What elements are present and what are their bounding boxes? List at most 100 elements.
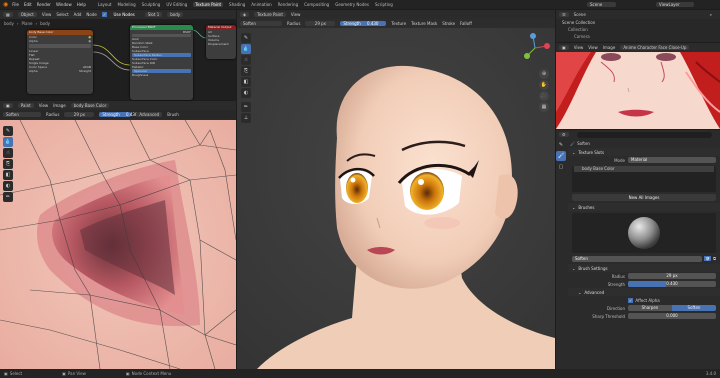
tree-camera[interactable]: Camera (562, 33, 720, 40)
navigation-gizmo[interactable] (519, 32, 551, 64)
advanced-section[interactable]: ⌄ Advanced (568, 288, 720, 296)
annotate-tool-icon[interactable]: ✏ (241, 102, 251, 112)
editor-type-icon[interactable]: ▣ (559, 45, 569, 50)
brush-menu[interactable]: Brush (167, 112, 179, 117)
direction-sharpen-button[interactable]: Sharpen (628, 305, 672, 311)
draw-tool-icon[interactable]: ✎ (241, 33, 251, 43)
tab-geometry-nodes[interactable]: Geometry Nodes (335, 2, 369, 7)
menu-help[interactable]: Help (77, 2, 86, 7)
node-editor[interactable]: ▦ Object View Select Add Node ✓ Use Node… (0, 10, 236, 100)
brush-tab-icon[interactable]: 🖌 (556, 151, 566, 161)
radius-field[interactable]: 29 px (305, 21, 336, 26)
principled-bsdf-node[interactable]: Principled BSDF BSDF GGX Random Walk Bas… (130, 25, 193, 100)
editor-type-icon[interactable]: ⚙ (559, 132, 569, 137)
smear-tool-icon[interactable]: ☝ (241, 55, 251, 65)
editor-type-icon[interactable]: ▣ (3, 103, 13, 108)
menu-render[interactable]: Render (37, 2, 51, 7)
image-selector[interactable]: body Base Color (70, 103, 110, 108)
new-all-images-button[interactable]: New All Images (572, 194, 716, 201)
radius-field[interactable]: 29 px (64, 112, 95, 117)
soften-tool-icon[interactable]: 💧 (241, 44, 251, 54)
texture-canvas[interactable] (0, 120, 236, 369)
outliner[interactable]: ☰ Scene ⌕ Scene Collection Collection Ca… (556, 10, 720, 42)
brush-selector[interactable]: Soften (240, 21, 282, 26)
material-output-node[interactable]: Material Output All Surface Volume Displ… (206, 25, 236, 59)
search-icon[interactable]: ⌕ (710, 12, 712, 17)
image-field[interactable] (29, 44, 91, 48)
texture-slot-list[interactable]: body Base Color (572, 166, 716, 192)
editor-type-icon[interactable]: ◈ (240, 12, 250, 17)
paint-mode-dropdown[interactable]: Paint (17, 103, 34, 108)
brush-selector[interactable]: Soften (3, 112, 41, 117)
brush-settings-section[interactable]: ⌄ Brush Settings (568, 264, 720, 272)
image-editor[interactable]: ▣ Paint View Image body Base Color Softe… (0, 101, 236, 369)
fill-tool-icon[interactable]: ◧ (241, 77, 251, 87)
measure-tool-icon[interactable]: ⟂ (241, 113, 251, 123)
tree-collection[interactable]: Collection (562, 26, 720, 33)
texture-slot-item[interactable]: body Base Color (574, 166, 714, 172)
pan-icon[interactable]: ✋ (539, 80, 549, 90)
menu-view-2[interactable]: View (588, 45, 598, 50)
smear-tool-icon[interactable]: ☝ (3, 148, 13, 158)
falloff-menu[interactable]: Falloff (460, 21, 472, 26)
texture-mask-menu[interactable]: Texture Mask (411, 21, 437, 26)
properties-panel[interactable]: ⚙ ✎ 🖌 ▢ 🖌 Soften ⌄ Texture Slots Mode Mate… (556, 130, 720, 369)
brush-name-field[interactable]: Soften (572, 255, 703, 262)
tool-tab-icon[interactable]: ✎ (556, 140, 566, 150)
tab-uv-editing[interactable]: UV Editing (166, 2, 187, 7)
menu-view[interactable]: View (39, 103, 49, 108)
menu-window[interactable]: Window (56, 2, 72, 7)
texture-slots-section[interactable]: ⌄ Texture Slots (568, 148, 720, 156)
reference-image-editor[interactable]: ▣ View View Image Anime Character Face C… (556, 43, 720, 129)
texture-menu[interactable]: Texture (391, 21, 406, 26)
strength-field[interactable]: Strength 0.430 (340, 21, 387, 26)
image-name[interactable]: Anime Character Face Close-Up (620, 45, 690, 50)
view-layer-selector[interactable]: ViewLayer (656, 2, 694, 7)
tab-sculpting[interactable]: Sculpting (142, 2, 161, 7)
tab-modeling[interactable]: Modeling (117, 2, 135, 7)
brush-draw-icon[interactable]: ✎ (3, 126, 13, 136)
tree-scene-collection[interactable]: Scene Collection (562, 19, 720, 26)
fake-user-icon[interactable]: 🛡 (704, 256, 712, 261)
clone-tool-icon[interactable]: ⎘ (3, 159, 13, 169)
menu-image[interactable]: Image (53, 103, 66, 108)
brushes-section[interactable]: ⌄ Brushes (568, 203, 720, 211)
image-texture-node[interactable]: body Base Color Color ● Alpha ● Linear Fla… (27, 30, 93, 94)
tab-rendering[interactable]: Rendering (278, 2, 298, 7)
menu-view[interactable]: View (574, 45, 584, 50)
fill-tool-icon[interactable]: ◧ (3, 170, 13, 180)
menu-edit[interactable]: Edit (24, 2, 32, 7)
tab-shading[interactable]: Shading (229, 2, 245, 7)
advanced-dropdown[interactable]: Advanced (136, 112, 163, 117)
zoom-icon[interactable]: ⊕ (539, 69, 549, 79)
soften-tool-icon[interactable]: 💧 (3, 137, 13, 147)
3d-viewport[interactable]: ◈ Texture Paint View Soften Radius 29 px… (237, 10, 555, 369)
tab-scripting[interactable]: Scripting (375, 2, 393, 7)
editor-type-icon[interactable]: ☰ (559, 12, 569, 17)
perspective-icon[interactable]: ▦ (539, 102, 549, 112)
mode-dropdown[interactable]: Material (628, 157, 716, 163)
tab-compositing[interactable]: Compositing (304, 2, 329, 7)
strength-slider[interactable]: 0.430 (628, 281, 716, 287)
menu-file[interactable]: File (12, 2, 19, 7)
mask-tool-icon[interactable]: ◐ (3, 181, 13, 191)
menu-image[interactable]: Image (603, 45, 616, 50)
clone-tool-icon[interactable]: ⎘ (241, 66, 251, 76)
tab-layout[interactable]: Layout (98, 2, 112, 7)
tab-texture-paint[interactable]: Texture Paint (193, 2, 224, 7)
mask-tool-icon[interactable]: ◐ (241, 88, 251, 98)
scene-selector[interactable]: Scene (587, 2, 617, 7)
strength-field[interactable]: Strength 0.430 (99, 112, 137, 117)
direction-soften-button[interactable]: Soften (672, 305, 716, 311)
annotate-tool-icon[interactable]: ✏ (3, 192, 13, 202)
search-field[interactable] (576, 131, 712, 138)
radius-field[interactable]: 29 px (628, 273, 716, 279)
stroke-menu[interactable]: Stroke (442, 21, 455, 26)
duplicate-icon[interactable]: ⧉ (713, 256, 716, 261)
tab-animation[interactable]: Animation (251, 2, 271, 7)
brush-preview[interactable] (572, 213, 716, 253)
menu-view[interactable]: View (291, 12, 301, 17)
texture-paint-mode-dropdown[interactable]: Texture Paint (254, 12, 286, 17)
affect-alpha-checkbox[interactable]: ✓ (628, 297, 634, 303)
camera-icon[interactable]: 🎥 (539, 91, 549, 101)
